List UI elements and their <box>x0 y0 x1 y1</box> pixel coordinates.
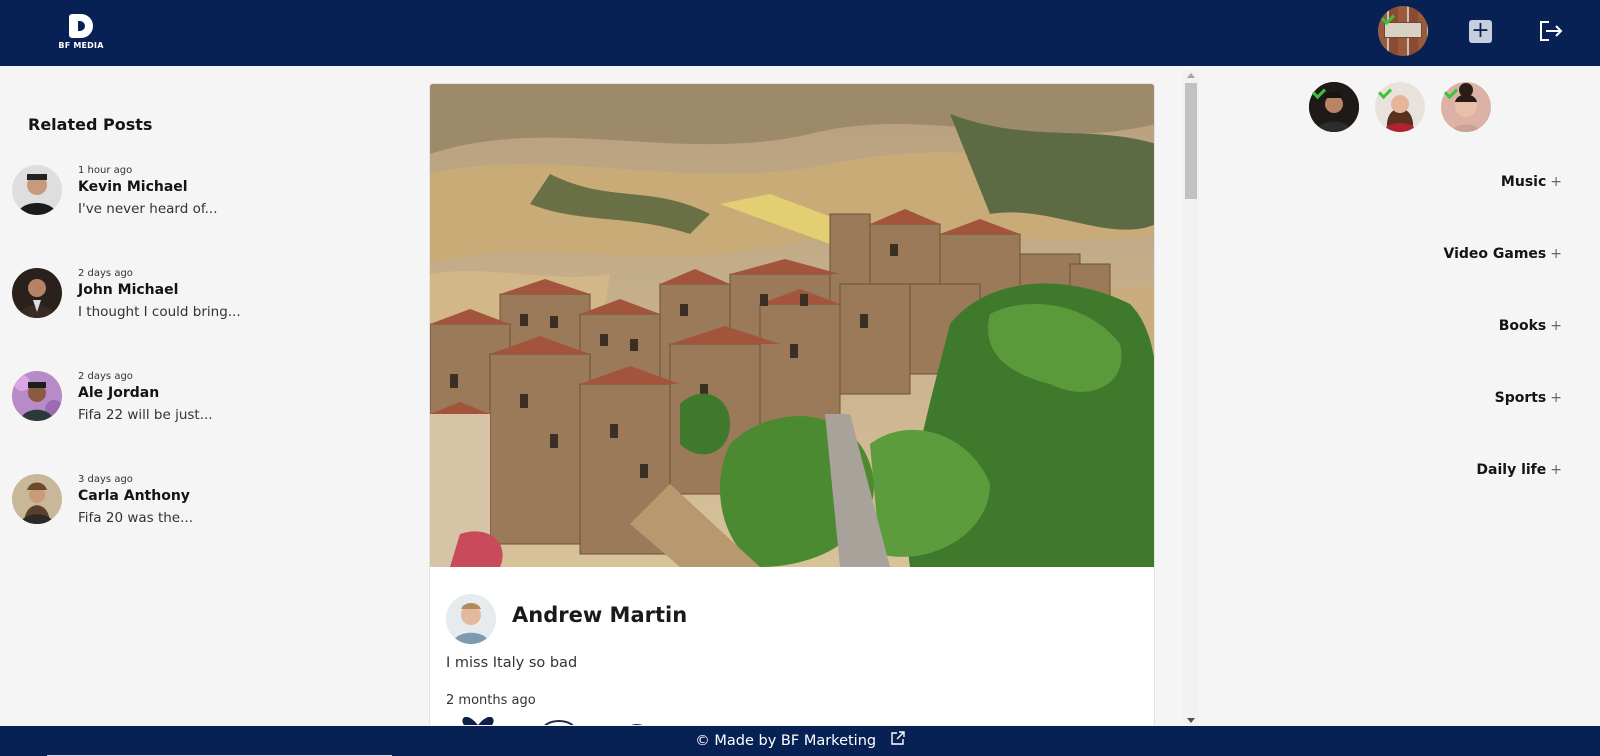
category-daily-life[interactable]: Daily life + <box>1476 462 1562 478</box>
category-label: Daily life <box>1476 462 1547 478</box>
logo-mark-icon <box>69 14 93 38</box>
related-post-item[interactable]: 2 days ago Ale Jordan Fifa 22 will be ju… <box>12 371 372 431</box>
logo-text: BF MEDIA <box>58 41 104 50</box>
plus-icon[interactable]: + <box>1550 246 1562 262</box>
category-label: Books <box>1498 318 1547 334</box>
heart-icon[interactable] <box>460 716 496 725</box>
category-sports[interactable]: Sports + <box>1495 390 1562 406</box>
logout-icon[interactable] <box>1538 19 1564 43</box>
share-icon[interactable] <box>624 724 650 725</box>
footer-credit[interactable]: © Made by BF Marketing <box>695 733 876 749</box>
post-image[interactable] <box>430 84 1155 567</box>
avatar-photo <box>1384 22 1422 38</box>
post-excerpt: I've never heard of... <box>78 201 218 217</box>
post-card: Andrew Martin I miss Italy so bad 2 mont… <box>429 83 1155 725</box>
related-post-item[interactable]: 2 days ago John Michael I thought I coul… <box>12 268 372 328</box>
post-text: I miss Italy so bad <box>446 655 578 671</box>
post-author: Ale Jordan <box>78 385 160 401</box>
post-time: 2 months ago <box>446 693 536 708</box>
related-posts-title: Related Posts <box>28 115 153 134</box>
post-feed[interactable]: Andrew Martin I miss Italy so bad 2 mont… <box>429 83 1155 725</box>
plus-icon[interactable]: + <box>1550 174 1562 190</box>
post-time: 3 days ago <box>78 474 133 485</box>
comment-icon[interactable] <box>542 720 576 725</box>
post-excerpt: Fifa 20 was the... <box>78 510 193 526</box>
avatar <box>12 474 62 524</box>
scroll-down-arrow-icon[interactable] <box>1187 718 1195 723</box>
plus-icon[interactable]: + <box>1550 390 1562 406</box>
post-time: 1 hour ago <box>78 165 133 176</box>
author-avatar[interactable] <box>446 594 496 644</box>
avatar <box>12 165 62 215</box>
post-author: John Michael <box>78 282 179 298</box>
post-author: Kevin Michael <box>78 179 188 195</box>
footer: © Made by BF Marketing <box>0 726 1600 756</box>
online-check-icon <box>1382 12 1396 22</box>
external-link-icon[interactable] <box>891 726 905 756</box>
avatar <box>12 268 62 318</box>
category-video-games[interactable]: Video Games + <box>1444 246 1563 262</box>
post-excerpt: Fifa 22 will be just... <box>78 407 213 423</box>
category-label: Video Games <box>1443 246 1547 262</box>
post-time: 2 days ago <box>78 268 133 279</box>
scroll-up-arrow-icon[interactable] <box>1187 73 1195 78</box>
category-label: Music <box>1500 174 1547 190</box>
top-navbar: BF MEDIA + <box>0 0 1600 66</box>
online-check-icon <box>1313 86 1327 96</box>
post-excerpt: I thought I could bring... <box>78 304 241 320</box>
feed-scrollbar[interactable] <box>1183 70 1199 726</box>
category-label: Sports <box>1494 390 1547 406</box>
related-post-item[interactable]: 3 days ago Carla Anthony Fifa 20 was the… <box>12 474 372 534</box>
post-time: 2 days ago <box>78 371 133 382</box>
add-post-button[interactable]: + <box>1469 20 1492 43</box>
category-books[interactable]: Books + <box>1499 318 1562 334</box>
online-check-icon <box>1445 86 1459 96</box>
bf-media-logo[interactable]: BF MEDIA <box>58 14 104 52</box>
plus-icon[interactable]: + <box>1550 318 1562 334</box>
scroll-thumb[interactable] <box>1185 83 1197 199</box>
category-music[interactable]: Music + <box>1501 174 1562 190</box>
avatar <box>12 371 62 421</box>
post-author: Carla Anthony <box>78 488 190 504</box>
online-check-icon <box>1379 86 1393 96</box>
plus-icon[interactable]: + <box>1550 462 1562 478</box>
post-author-name[interactable]: Andrew Martin <box>512 603 687 627</box>
related-post-item[interactable]: 1 hour ago Kevin Michael I've never hear… <box>12 165 372 225</box>
